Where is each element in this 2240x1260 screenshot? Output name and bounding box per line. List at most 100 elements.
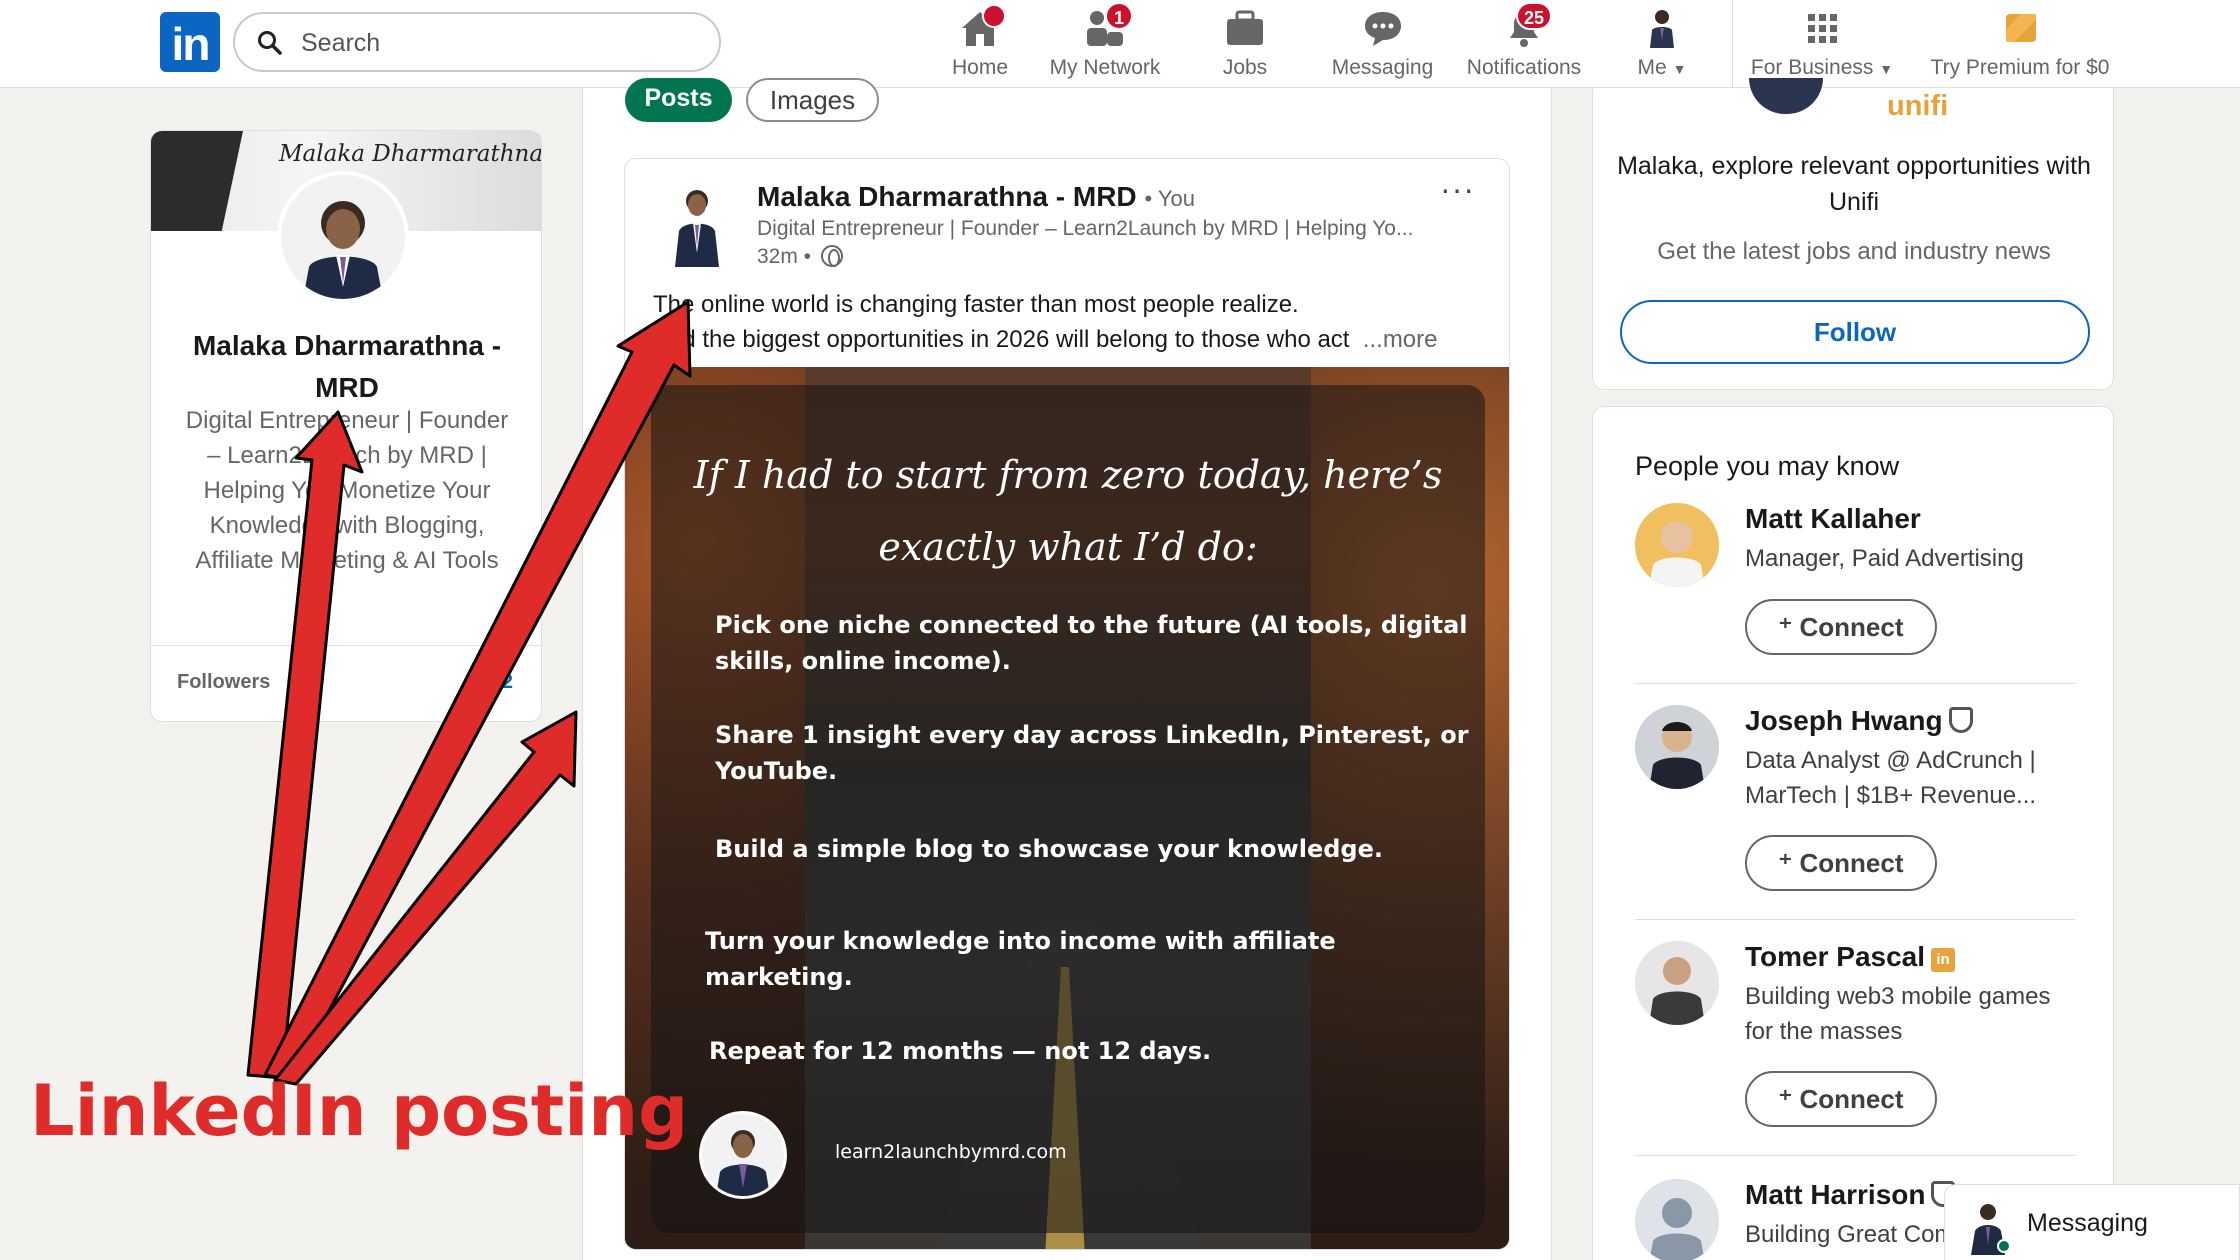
post-you-tag: • You (1144, 186, 1195, 211)
connect-button[interactable]: ⁺ Connect (1745, 835, 1937, 891)
person-headline: Building web3 mobile games for the masse… (1745, 983, 2051, 1045)
image-point: Repeat for 12 months — not 12 days. (709, 1037, 1212, 1065)
network-badge: 1 (1105, 2, 1133, 30)
home-badge-dot (982, 4, 1006, 28)
nav-home[interactable]: Home (930, 4, 1030, 82)
ad-title: Malaka, explore relevant opportunities w… (1617, 152, 2091, 216)
search-input[interactable] (301, 24, 701, 62)
person-name[interactable]: Tomer Pascal in (1745, 941, 1956, 973)
nav-divider (1732, 0, 1733, 88)
nav-jobs[interactable]: Jobs (1195, 6, 1295, 82)
add-person-icon: ⁺ (1778, 1084, 1793, 1114)
followers-label[interactable]: Followers (177, 671, 270, 694)
chevron-down-icon: ▼ (1879, 61, 1894, 77)
profile-card[interactable]: Malaka Dharmarathna MRD Malaka Dharmarat… (150, 130, 542, 722)
chat-icon (1359, 6, 1407, 50)
followers-count[interactable]: 2 (502, 671, 513, 694)
annotation-label: LinkedIn posting (30, 1070, 689, 1152)
person-avatar[interactable] (1635, 705, 1719, 789)
post-text-line: The online world is changing faster than… (653, 291, 1299, 318)
linkedin-premium-icon: in (1931, 948, 1956, 972)
search-icon (258, 31, 282, 55)
nav-my-network-label: My Network (1049, 56, 1161, 79)
top-navigation: in Home 1 My Network (0, 0, 2240, 88)
image-title-line: exactly what I’d do: (878, 525, 1258, 569)
chevron-down-icon: ▼ (1672, 61, 1687, 77)
ad-user-avatar (1749, 78, 1823, 114)
person-avatar[interactable] (1635, 941, 1719, 1025)
post-timestamp: 32m • (757, 245, 843, 269)
pymk-title: People you may know (1635, 451, 1900, 481)
profile-name[interactable]: Malaka Dharmarathna - MRD (171, 325, 523, 409)
nav-my-network[interactable]: 1 My Network (1045, 2, 1165, 82)
post-author-name[interactable]: Malaka Dharmarathna - MRD • You (757, 181, 1195, 213)
nav-me-label: Me ▼ (1637, 56, 1687, 79)
verified-icon (1948, 707, 1973, 733)
linkedin-logo-icon[interactable]: in (160, 12, 220, 72)
person-name[interactable]: Matt Kallaher (1745, 503, 1921, 535)
online-status-icon (1997, 1239, 2011, 1253)
post-text-line: And the biggest opportunities in 2026 wi… (653, 326, 1438, 353)
person-suggestion: Joseph Hwang Data Analyst @ AdCrunch | M… (1635, 705, 2075, 891)
me-avatar (1638, 6, 1686, 50)
notifications-badge: 25 (1515, 2, 1552, 30)
nav-me[interactable]: Me ▼ (1622, 6, 1702, 82)
person-name[interactable]: Matt Harrison (1745, 1179, 1956, 1211)
ad-subtitle: Get the latest jobs and industry news (1657, 238, 2051, 265)
more-options-button[interactable]: ··· (1440, 171, 1475, 208)
messaging-bar[interactable]: Messaging (1944, 1184, 2240, 1260)
globe-icon (820, 245, 843, 267)
divider (1635, 1155, 2075, 1156)
post-author-avatar[interactable] (661, 183, 733, 267)
nav-for-business[interactable]: For Business ▼ (1748, 6, 1896, 82)
image-url: learn2launchbymrd.com (835, 1141, 1067, 1163)
nav-try-premium[interactable]: Try Premium for $0 (1920, 6, 2120, 82)
tab-posts[interactable]: Posts (625, 78, 732, 122)
person-suggestion: Tomer Pascal in Building web3 mobile game… (1635, 941, 2075, 1127)
image-title-line: If I had to start from zero today, here’… (693, 453, 1443, 497)
person-name[interactable]: Joseph Hwang (1745, 705, 1973, 737)
tab-images[interactable]: Images (746, 78, 879, 122)
banner-text: Malaka Dharmarathna MRD (279, 141, 542, 167)
nav-for-business-label: For Business ▼ (1750, 56, 1894, 79)
person-suggestion: Matt Kallaher Manager, Paid Advertising … (1635, 503, 2075, 655)
post-text: The online world is changing faster than… (653, 287, 1483, 357)
laptop-graphic (151, 131, 243, 231)
search-box[interactable] (233, 12, 721, 72)
person-avatar[interactable] (1635, 1179, 1719, 1260)
home-icon (956, 4, 1006, 50)
see-more-link[interactable]: ...more (1363, 326, 1438, 353)
person-headline: Manager, Paid Advertising (1745, 545, 2024, 572)
nav-try-premium-label: Try Premium for $0 (1930, 56, 2110, 79)
divider (1635, 683, 2075, 684)
profile-avatar[interactable] (277, 171, 409, 303)
add-person-icon: ⁺ (1778, 612, 1793, 642)
briefcase-icon (1221, 6, 1269, 50)
post-card: Malaka Dharmarathna - MRD • You Digital … (624, 158, 1510, 1250)
nav-notifications[interactable]: 25 Notifications (1462, 2, 1586, 82)
image-point: Turn your knowledge into income with aff… (705, 927, 1336, 991)
ad-card: unifi Malaka, explore relevant opportuni… (1592, 78, 2114, 390)
image-point: Pick one niche connected to the future (… (715, 611, 1468, 675)
person-avatar[interactable] (1635, 503, 1719, 587)
person-headline: Data Analyst @ AdCrunch | MarTech | $1B+… (1745, 747, 2037, 809)
messaging-label: Messaging (2027, 1209, 2148, 1237)
divider (151, 645, 541, 646)
nav-home-label: Home (951, 56, 1009, 79)
connect-button[interactable]: ⁺ Connect (1745, 599, 1937, 655)
add-person-icon: ⁺ (1778, 848, 1793, 878)
image-author-avatar (699, 1111, 787, 1199)
post-image[interactable]: If I had to start from zero today, here’… (625, 367, 1509, 1249)
profile-headline: Digital Entrepreneur | Founder – Learn2L… (185, 407, 509, 574)
connect-button[interactable]: ⁺ Connect (1745, 1071, 1937, 1127)
grid-icon (1798, 6, 1846, 50)
people-you-may-know-card: People you may know Matt Kallaher Manage… (1592, 406, 2114, 1260)
image-point: Build a simple blog to showcase your kno… (715, 835, 1383, 863)
post-author-headline: Digital Entrepreneur | Founder – Learn2L… (757, 217, 1414, 240)
image-point: Share 1 insight every day across LinkedI… (715, 721, 1469, 785)
image-title: If I had to start from zero today, here’… (665, 439, 1471, 583)
nav-messaging[interactable]: Messaging (1325, 6, 1440, 82)
nav-messaging-label: Messaging (1331, 56, 1434, 79)
follow-button[interactable]: Follow (1620, 300, 2090, 364)
nav-jobs-label: Jobs (1222, 56, 1268, 79)
